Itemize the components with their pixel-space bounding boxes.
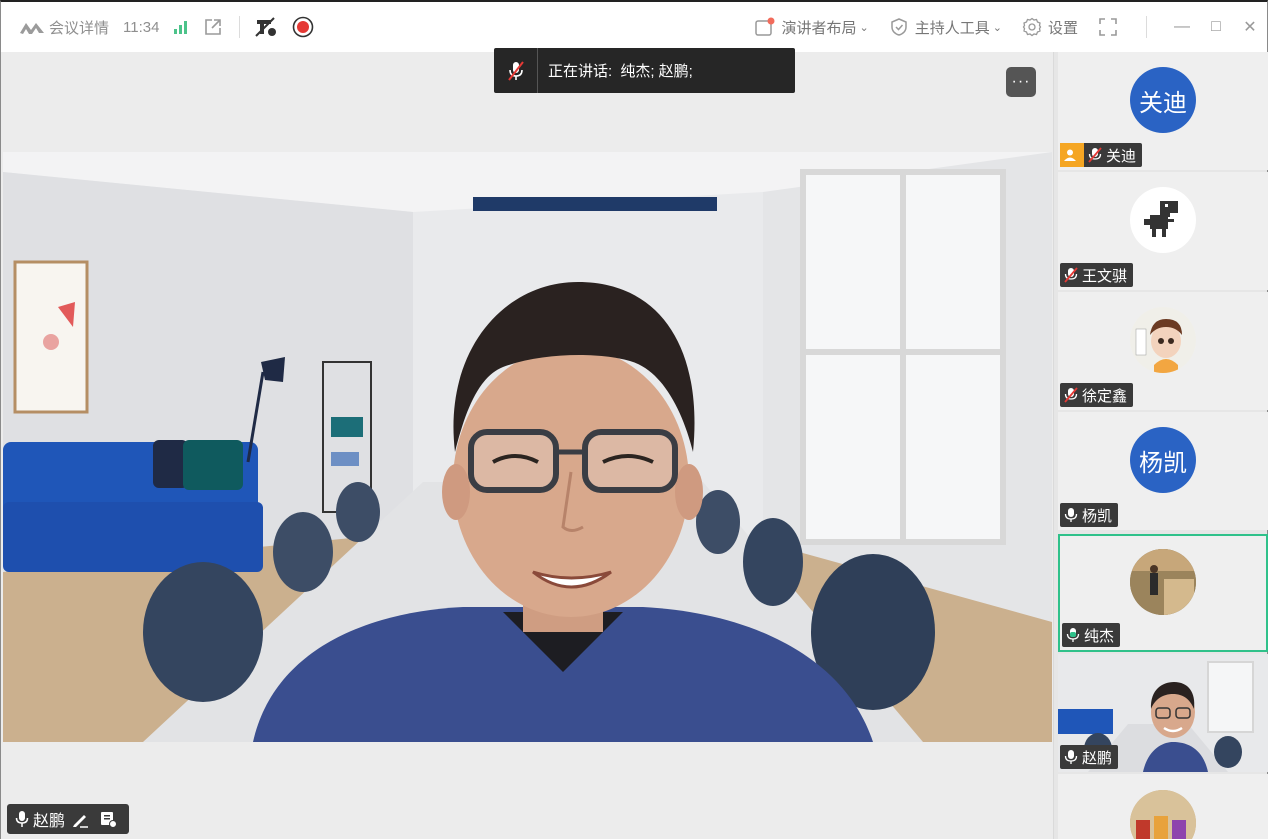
participant-tile[interactable]: 杨凯 杨凯 bbox=[1058, 412, 1268, 530]
meeting-details-label: 会议详情 bbox=[49, 19, 110, 37]
mic-speaking-icon bbox=[1066, 628, 1080, 642]
mic-icon bbox=[1064, 750, 1078, 764]
photo-avatar-icon bbox=[1130, 790, 1196, 839]
record-button[interactable] bbox=[292, 16, 314, 38]
participant-name-tag: 纯杰 bbox=[1062, 623, 1121, 647]
active-speaker-banner: 正在讲话: 纯杰; 赵鹏; bbox=[494, 48, 795, 93]
record-icon bbox=[293, 16, 314, 38]
mic-muted-icon bbox=[1064, 387, 1078, 403]
gear-icon bbox=[1022, 17, 1042, 37]
participant-tile[interactable]: 赵鹏 bbox=[1058, 654, 1268, 772]
speaker-video-frame bbox=[3, 152, 1052, 742]
dinosaur-avatar-icon bbox=[1144, 201, 1178, 237]
participant-tile-partial[interactable] bbox=[1058, 774, 1268, 839]
settings-button[interactable]: 设置 bbox=[1022, 17, 1078, 38]
photo-avatar-icon bbox=[1130, 549, 1196, 615]
close-icon[interactable]: ✕ bbox=[1233, 17, 1267, 37]
host-tools-label: 主持人工具 bbox=[914, 19, 990, 37]
host-tools-menu[interactable]: 主持人工具 ⌄ bbox=[889, 17, 1002, 38]
avatar bbox=[1130, 790, 1196, 839]
mic-muted-icon bbox=[1064, 267, 1078, 283]
participant-name-tag: 王文骐 bbox=[1060, 263, 1134, 287]
avatar bbox=[1130, 307, 1196, 373]
avatar: 关迪 bbox=[1130, 67, 1196, 133]
meeting-time: 11:34 bbox=[123, 18, 160, 36]
mic-icon bbox=[1064, 508, 1078, 522]
cartoon-avatar-icon bbox=[1130, 307, 1196, 373]
mic-muted-icon bbox=[1088, 147, 1102, 163]
participant-name-tag: 杨凯 bbox=[1060, 503, 1119, 527]
participant-name-tag: 关迪 bbox=[1060, 143, 1143, 167]
mic-icon bbox=[15, 811, 29, 827]
presenter-layout-menu[interactable]: 演讲者布局 ⌄ bbox=[754, 17, 869, 38]
fullscreen-button[interactable] bbox=[1098, 17, 1124, 37]
mic-muted-icon bbox=[494, 48, 538, 93]
participant-tile[interactable]: 王文骐 bbox=[1058, 172, 1268, 290]
avatar: 杨凯 bbox=[1130, 427, 1196, 493]
main-speaker-tag: 赵鹏 bbox=[7, 804, 130, 834]
participant-name: 徐定鑫 bbox=[1082, 387, 1128, 405]
top-toolbar: 会议详情 11:34 演讲者布局 ⌄ 主持人工具 ⌄ 设置 — □ ✕ bbox=[1, 2, 1267, 52]
presenter-layout-label: 演讲者布局 bbox=[781, 19, 857, 37]
maximize-icon[interactable]: □ bbox=[1199, 18, 1233, 36]
toolbar-divider bbox=[1146, 16, 1147, 38]
window-controls: — □ ✕ bbox=[1165, 17, 1267, 37]
participant-tile[interactable]: 徐定鑫 bbox=[1058, 292, 1268, 410]
speaking-label: 正在讲话: bbox=[548, 63, 613, 80]
participant-name: 赵鹏 bbox=[1082, 749, 1113, 767]
main-video-feed[interactable] bbox=[3, 152, 1052, 742]
participant-tile[interactable]: 关迪 关迪 bbox=[1058, 52, 1268, 170]
chevron-down-icon: ⌄ bbox=[859, 21, 869, 34]
shield-icon bbox=[891, 18, 907, 36]
screen-share-icon[interactable] bbox=[99, 810, 118, 828]
share-out-icon[interactable] bbox=[203, 17, 223, 37]
toolbar-divider bbox=[239, 16, 241, 38]
app-logo-icon bbox=[20, 23, 44, 34]
participant-tile-active[interactable]: 纯杰 bbox=[1058, 534, 1268, 652]
participant-name: 关迪 bbox=[1106, 147, 1137, 165]
participant-name: 杨凯 bbox=[1082, 507, 1113, 525]
meeting-window: 会议详情 11:34 演讲者布局 ⌄ 主持人工具 ⌄ 设置 — □ ✕ 正在讲话… bbox=[0, 0, 1268, 839]
annotate-pen-icon[interactable] bbox=[71, 810, 89, 828]
signal-strength-icon[interactable] bbox=[173, 20, 189, 34]
fullscreen-icon bbox=[1099, 18, 1117, 36]
main-speaker-name: 赵鹏 bbox=[33, 813, 66, 830]
host-badge-icon bbox=[1060, 143, 1084, 167]
participant-name: 纯杰 bbox=[1084, 627, 1115, 645]
settings-label: 设置 bbox=[1047, 19, 1078, 37]
participant-name: 王文骐 bbox=[1082, 267, 1128, 285]
participant-name-tag: 徐定鑫 bbox=[1060, 383, 1134, 407]
more-options-button[interactable]: ··· bbox=[1006, 67, 1036, 97]
minimize-icon[interactable]: — bbox=[1165, 18, 1199, 36]
meeting-details-button[interactable]: 会议详情 bbox=[49, 17, 109, 38]
avatar bbox=[1130, 549, 1196, 615]
participant-name-tag: 赵鹏 bbox=[1060, 745, 1119, 769]
speaking-names: 纯杰; 赵鹏; bbox=[620, 63, 693, 80]
main-stage: 正在讲话: 纯杰; 赵鹏; ··· 赵鹏 bbox=[1, 48, 1053, 839]
annotation-off-icon[interactable] bbox=[254, 16, 278, 38]
layout-icon bbox=[754, 17, 775, 36]
avatar bbox=[1130, 187, 1196, 253]
participant-panel: 关迪 关迪 王文骐 徐定鑫 杨凯 杨凯 纯杰 赵鹏 bbox=[1053, 52, 1268, 839]
chevron-down-icon: ⌄ bbox=[992, 21, 1002, 34]
